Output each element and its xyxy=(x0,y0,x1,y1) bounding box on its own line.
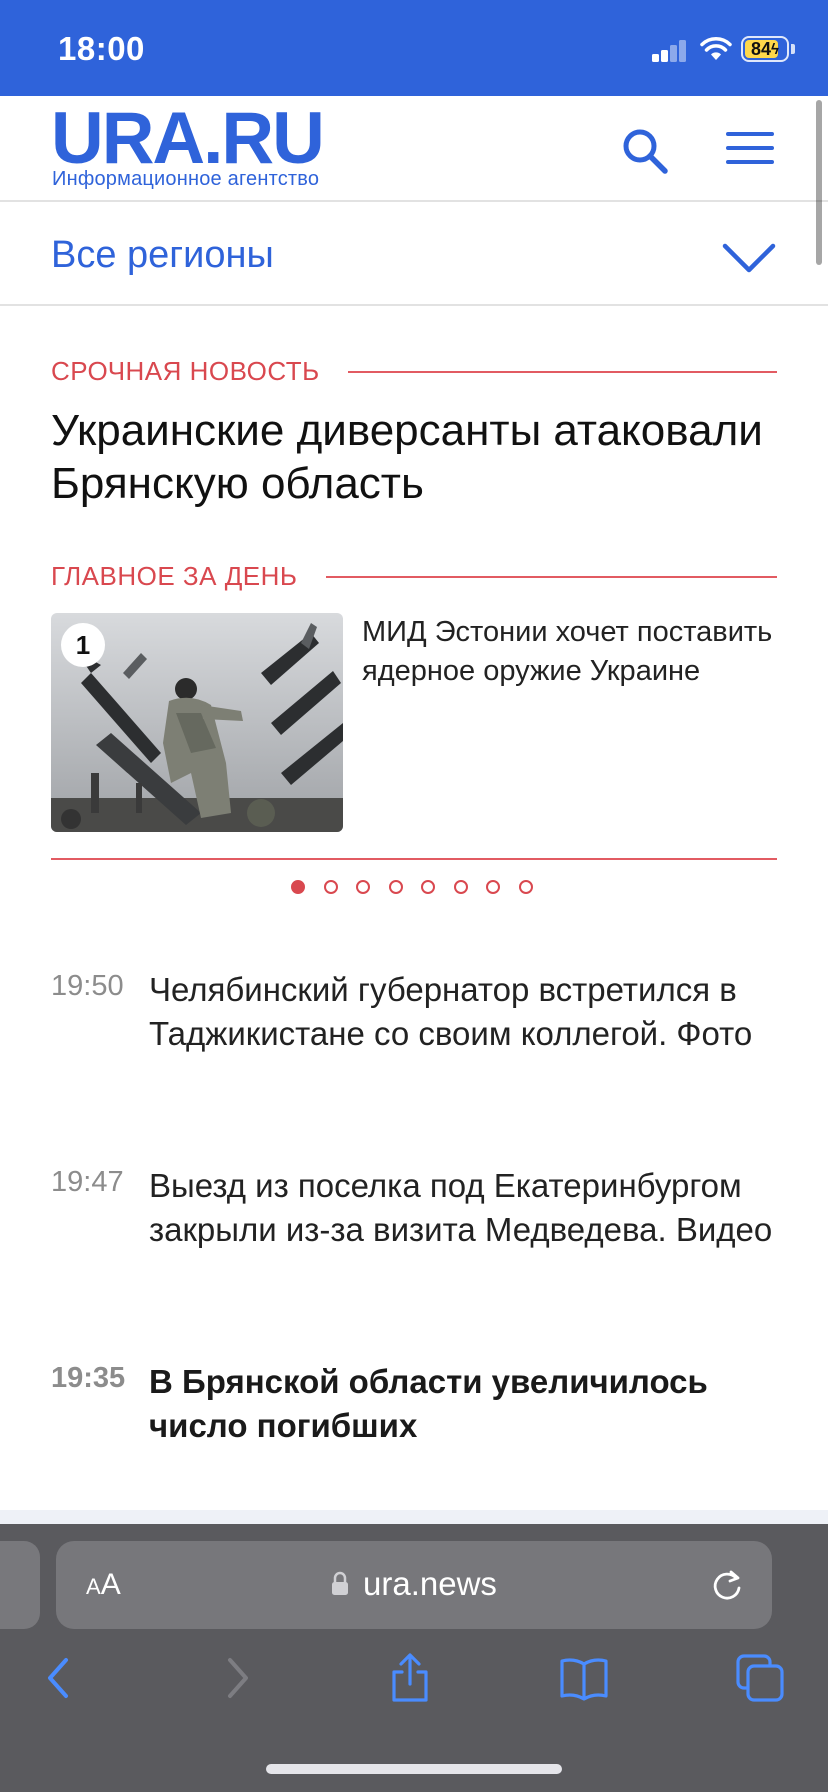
battery-label: 84 xyxy=(751,38,772,59)
bookmarks-button[interactable] xyxy=(558,1652,610,1704)
signal-icon xyxy=(652,40,688,62)
wifi-icon xyxy=(700,37,732,60)
carousel-dot[interactable] xyxy=(323,880,338,894)
battery-cap xyxy=(791,44,795,54)
menu-icon[interactable] xyxy=(726,132,776,166)
site-logo[interactable]: URA.RU xyxy=(51,102,325,175)
rank-badge: 1 xyxy=(61,623,105,667)
breaking-news-title[interactable]: Украинские диверсанты атаковали Брянскую… xyxy=(51,404,781,510)
book-icon xyxy=(560,1658,608,1701)
region-selector[interactable]: Все регионы xyxy=(0,204,828,306)
home-indicator[interactable] xyxy=(266,1764,562,1774)
page-bottom-edge xyxy=(0,1510,828,1524)
text-size-button[interactable]: AA xyxy=(86,1568,121,1602)
news-card-image[interactable]: 1 xyxy=(51,613,343,832)
section-divider xyxy=(51,858,777,860)
lock-icon xyxy=(332,1571,348,1595)
carousel-dot[interactable] xyxy=(356,880,370,894)
chevron-left-icon xyxy=(48,1658,68,1698)
previous-tab-preview[interactable] xyxy=(0,1541,40,1629)
main-of-day-label: ГЛАВНОЕ ЗА ДЕНЬ xyxy=(51,561,298,591)
chevron-right-icon xyxy=(228,1658,248,1698)
site-tagline: Информационное агентство xyxy=(52,168,320,190)
status-time: 18:00 xyxy=(58,30,145,67)
news-title[interactable]: Выезд из поселка под Екатеринбургом закр… xyxy=(149,1164,781,1252)
news-time: 19:35 xyxy=(51,1362,126,1394)
url-text[interactable]: ura.news xyxy=(363,1565,497,1603)
breaking-news-label: СРОЧНАЯ НОВОСТЬ xyxy=(51,356,320,386)
reload-icon[interactable] xyxy=(710,1568,744,1602)
back-button[interactable] xyxy=(34,1652,86,1704)
section-divider xyxy=(325,575,777,578)
share-icon xyxy=(392,1653,428,1702)
battery-icon: 84 ϟ xyxy=(741,36,789,62)
breaking-news-header: СРОЧНАЯ НОВОСТЬ xyxy=(51,356,777,387)
news-title[interactable]: В Брянской области увеличилось число пог… xyxy=(149,1360,781,1448)
carousel-dot[interactable] xyxy=(388,880,403,894)
news-time: 19:50 xyxy=(51,970,124,1002)
carousel-dot[interactable] xyxy=(518,880,533,894)
text-size-small-label: A xyxy=(86,1574,101,1599)
tabs-icon xyxy=(736,1654,784,1702)
text-size-large-label: A xyxy=(100,1568,121,1601)
region-label: Все регионы xyxy=(51,234,274,276)
chevron-down-icon xyxy=(722,243,776,273)
share-button[interactable] xyxy=(384,1652,436,1704)
carousel-dot[interactable] xyxy=(291,880,305,894)
news-card-title[interactable]: МИД Эстонии хочет поставить ядерное оруж… xyxy=(362,613,782,691)
carousel-dot[interactable] xyxy=(486,880,500,894)
main-of-day-header: ГЛАВНОЕ ЗА ДЕНЬ xyxy=(51,561,777,592)
search-icon[interactable] xyxy=(620,126,670,176)
section-divider xyxy=(347,370,777,373)
carousel-dot[interactable] xyxy=(453,880,468,894)
status-bar: 18:00 84 ϟ xyxy=(0,0,828,96)
forward-button[interactable] xyxy=(210,1652,262,1704)
news-time: 19:47 xyxy=(51,1166,124,1198)
news-title[interactable]: Челябинский губернатор встретился в Тадж… xyxy=(149,968,781,1056)
site-header: URA.RU Информационное агентство xyxy=(0,96,828,202)
carousel-dot[interactable] xyxy=(421,880,435,894)
tabs-button[interactable] xyxy=(734,1652,786,1704)
